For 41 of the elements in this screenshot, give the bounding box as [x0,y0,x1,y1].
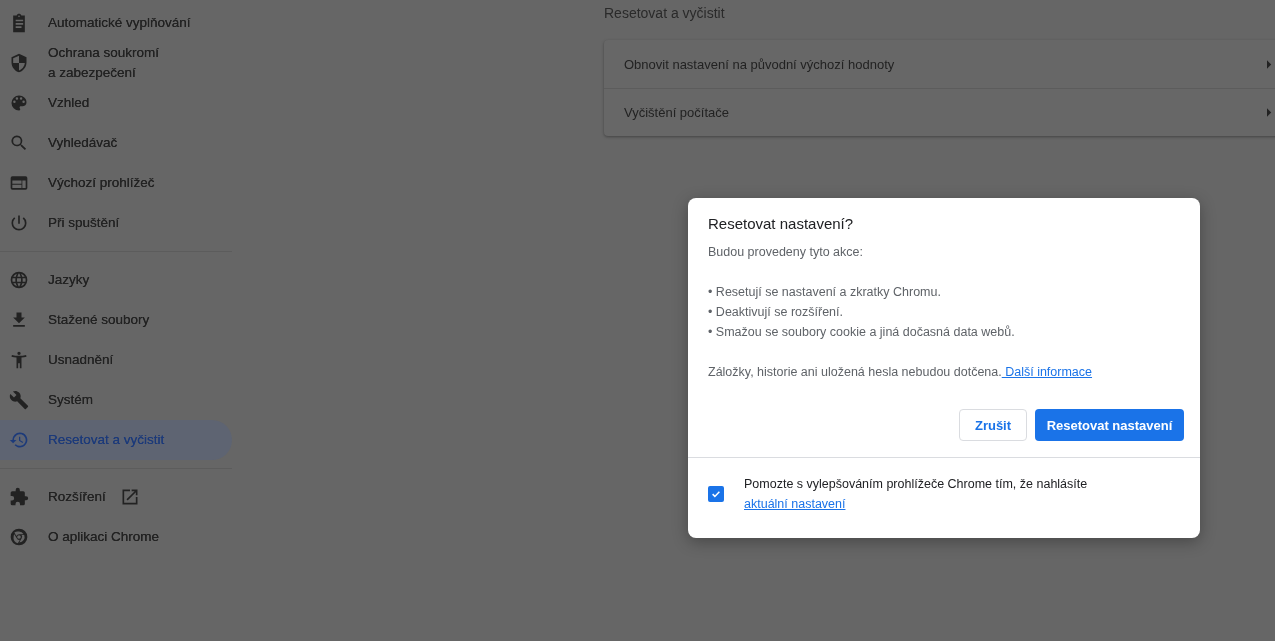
more-info-link[interactable]: Další informace [1001,365,1093,379]
reset-button[interactable]: Resetovat nastavení [1035,409,1184,441]
sidebar-item[interactable]: Výchozí prohlížeč [0,163,232,203]
puzzle-icon [9,487,29,507]
sidebar-item[interactable]: Resetovat a vyčistit [0,420,232,460]
sidebar-item[interactable]: Ochrana soukromí a zabezpečení [0,43,232,83]
chrome-icon [9,527,29,547]
checkbox[interactable] [708,486,724,502]
wrench-icon [9,390,29,410]
sidebar-item[interactable]: Vzhled [0,83,232,123]
arrow-right-icon [1267,108,1272,117]
sidebar-item[interactable]: Automatické vyplňování [0,3,232,43]
dialog-text: Budou provedeny tyto akce: [708,244,864,261]
browser-icon [9,173,29,193]
report-text: Pomozte s vylepšováním prohlížeče Chrome tím, že nahlásíte aktuální nastavení [744,476,1089,513]
bullet-item: • Deaktivují se rozšíření. [708,304,844,321]
history-icon [9,430,29,450]
shield-icon [9,53,29,73]
dialog-note: Záložky, historie ani uložená hesla nebudou dotčena. Další informace [708,364,1094,381]
bullet-item: • Resetují se nastavení a zkratky Chromu. [708,284,942,301]
sidebar-item[interactable]: Rozšíření [0,477,232,517]
person-icon [9,350,29,370]
section-heading: Resetovat a vyčistit [604,5,726,23]
current-settings-link[interactable]: aktuální nastavení [744,497,846,511]
globe-icon [9,270,29,290]
sidebar-item[interactable]: Jazyky [0,260,232,300]
arrow-right-icon [1267,59,1272,69]
sidebar-item[interactable]: Při spuštění [0,203,232,243]
power-icon [9,213,29,233]
cancel-button[interactable]: Zrušit [959,409,1027,441]
sidebar-item[interactable]: Usnadnění [0,340,232,380]
settings-row[interactable]: Vyčištění počítače [604,88,1275,136]
sidebar-item[interactable]: Systém [0,380,232,420]
dialog-title: Resetovat nastavení? [708,215,855,232]
settings-row[interactable]: Obnovit nastavení na původní výchozí hodnoty [604,40,1275,88]
sidebar-item[interactable]: Vyhledávač [0,123,232,163]
palette-icon [9,93,29,113]
sidebar-item[interactable]: Stažené soubory [0,300,232,340]
sidebar-item[interactable]: O aplikaci Chrome [0,517,232,557]
search-icon [9,133,29,153]
bullet-item: • Smažou se soubory cookie a jiná dočasná data webů. [708,324,1016,341]
